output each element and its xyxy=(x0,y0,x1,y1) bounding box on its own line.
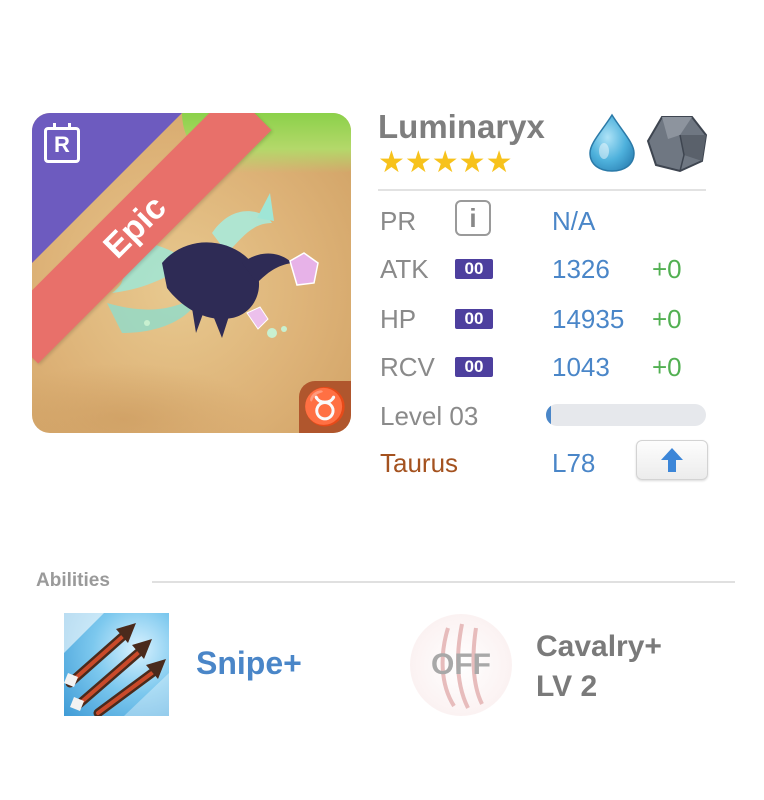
monster-name: Luminaryx xyxy=(378,108,545,145)
pr-label: PR xyxy=(380,206,417,236)
atk-value: 1326 xyxy=(552,254,610,284)
rarity-badge: R xyxy=(44,123,80,163)
cavalry-ability-name[interactable]: Cavalry+ xyxy=(536,630,662,664)
taurus-icon: ♉ xyxy=(299,381,351,433)
level-progress-fill xyxy=(546,404,551,426)
rock-icon xyxy=(646,116,708,173)
level-label: Level 03 xyxy=(380,401,479,431)
atk-label: ATK xyxy=(380,254,429,284)
info-icon[interactable]: i xyxy=(455,200,491,236)
arrows-icon[interactable] xyxy=(64,613,169,716)
rcv-bonus: +0 xyxy=(652,352,682,382)
header-divider xyxy=(378,189,706,191)
hp-value: 14935 xyxy=(552,304,625,334)
hp-label: HP xyxy=(380,304,417,334)
hp-bonus: +0 xyxy=(652,304,682,334)
snipe-ability-name[interactable]: Snipe+ xyxy=(196,645,302,682)
water-icon xyxy=(589,113,635,172)
snipe-skill-art xyxy=(64,613,169,716)
atk-plus-badge: 00 xyxy=(455,259,493,279)
monster-portrait[interactable]: Epic R ♉ xyxy=(32,113,351,433)
atk-bonus: +0 xyxy=(652,254,682,284)
abilities-title: Abilities xyxy=(36,570,110,591)
arrow-up-icon xyxy=(661,448,683,472)
zodiac-level: L78 xyxy=(552,448,596,478)
claw-icon[interactable]: OFF xyxy=(410,614,512,716)
zodiac-name: Taurus xyxy=(380,448,459,478)
rcv-value: 1043 xyxy=(552,352,610,382)
abilities-divider xyxy=(152,581,735,583)
ground-shadow xyxy=(32,363,262,433)
upgrade-button[interactable] xyxy=(636,440,708,480)
level-progress-bar xyxy=(546,404,706,426)
cavalry-ability-level: LV 2 xyxy=(536,670,598,703)
pr-value: N/A xyxy=(552,206,596,236)
hp-plus-badge: 00 xyxy=(455,309,493,329)
off-status: OFF xyxy=(431,648,491,681)
rcv-plus-badge: 00 xyxy=(455,357,493,377)
rcv-label: RCV xyxy=(380,352,435,382)
star-rating: ★★★★★ xyxy=(378,146,513,179)
